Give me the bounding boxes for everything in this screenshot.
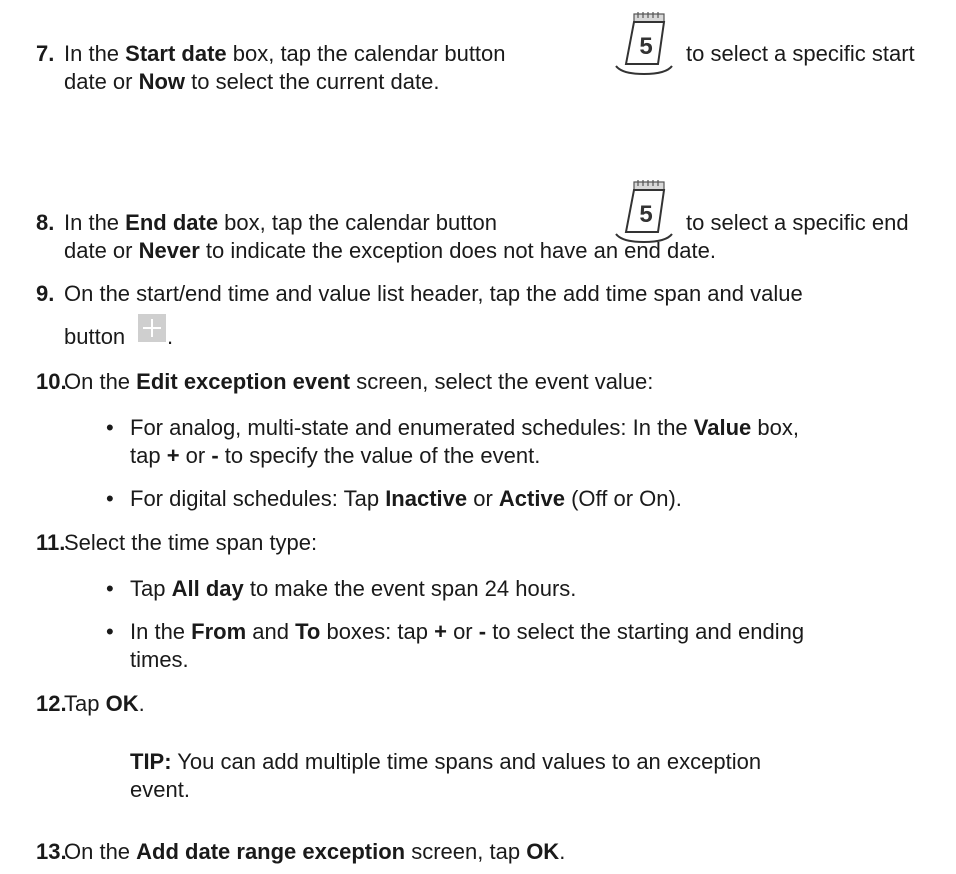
step-text: Select the time span type: xyxy=(64,530,318,555)
bullet: • xyxy=(106,415,114,440)
bullet-text-line2: tap + or - to specify the value of the e… xyxy=(130,443,541,468)
step-number: 9. xyxy=(36,281,55,306)
step-text-cont: to select a specific end xyxy=(686,210,909,235)
step-number: 13. xyxy=(36,839,67,864)
step-text: Tap OK. xyxy=(64,691,145,716)
step-number: 12. xyxy=(36,691,67,716)
step-text-line2: button xyxy=(64,324,126,349)
step-text: On the start/end time and value list hea… xyxy=(64,281,803,306)
step-text-line2: date or Now to select the current date. xyxy=(64,69,440,94)
step-text: On the Add date range exception screen, … xyxy=(64,839,566,864)
step-text: In the End date box, tap the calendar bu… xyxy=(64,210,497,235)
bullet-text: For digital schedules: Tap Inactive or A… xyxy=(130,486,682,511)
bullet-text: Tap All day to make the event span 24 ho… xyxy=(130,576,577,601)
step-number: 10. xyxy=(36,369,67,394)
svg-text:5: 5 xyxy=(639,201,652,228)
bullet-text: For analog, multi-state and enumerated s… xyxy=(130,415,799,440)
bullet: • xyxy=(106,619,114,644)
calendar-icon: 5 xyxy=(615,12,673,76)
step-text-line2: date or Never to indicate the exception … xyxy=(64,238,716,263)
step-text: On the Edit exception event screen, sele… xyxy=(64,369,654,394)
step-period: . xyxy=(167,324,174,349)
bullet-text-line2: times. xyxy=(130,647,189,672)
step-number: 11. xyxy=(36,530,66,555)
bullet-text: In the From and To boxes: tap + or - to … xyxy=(130,619,805,644)
bullet: • xyxy=(106,576,114,601)
step-number: 8. xyxy=(36,210,55,235)
svg-text:5: 5 xyxy=(639,33,652,60)
add-icon xyxy=(138,314,166,342)
tip-note-line2: event. xyxy=(130,777,190,802)
step-text: In the Start date box, tap the calendar … xyxy=(64,41,506,66)
tip-note: TIP: You can add multiple time spans and… xyxy=(130,749,762,774)
bullet: • xyxy=(106,486,114,511)
step-number: 7. xyxy=(36,41,55,66)
step-text-cont: to select a specific start xyxy=(686,41,915,66)
